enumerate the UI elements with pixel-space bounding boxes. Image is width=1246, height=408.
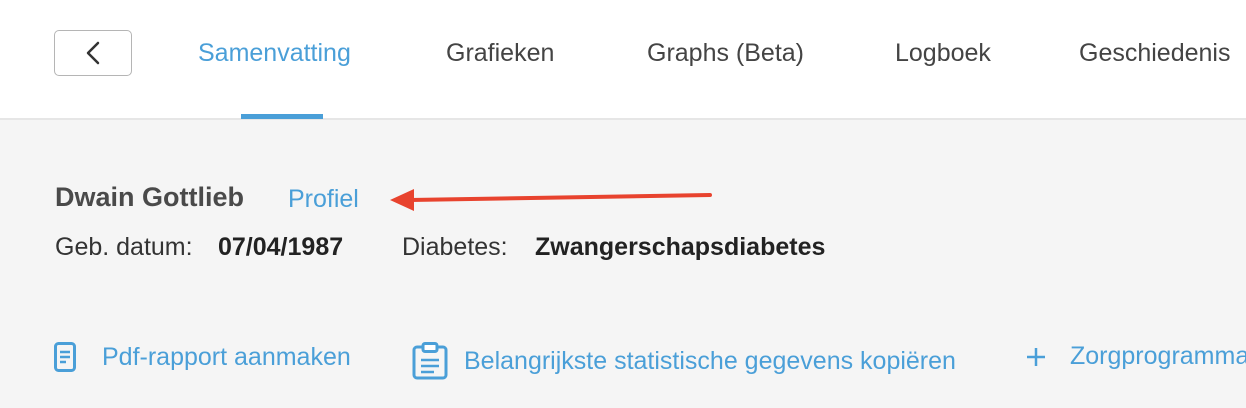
annotation-arrow-icon bbox=[390, 189, 712, 211]
diabetes-value-text: Zwangerschapsdiabetes bbox=[535, 233, 826, 261]
tab-geschiedenis[interactable]: Geschiedenis bbox=[1079, 38, 1230, 68]
birthdate-label-text: Geb. datum: bbox=[55, 233, 193, 261]
tab-samenvatting[interactable]: Samenvatting bbox=[198, 38, 351, 68]
zorgprogramma-button[interactable]: Zorgprogramma bbox=[1026, 342, 1246, 371]
diabetes-label: Diabetes: bbox=[402, 233, 508, 262]
tab-grafieken[interactable]: Grafieken bbox=[446, 38, 554, 68]
birthdate-value: 07/04/1987 bbox=[218, 233, 343, 262]
copy-statistics-label: Belangrijkste statistische gegevens kopi… bbox=[464, 346, 956, 375]
plus-icon bbox=[1027, 347, 1045, 366]
back-button[interactable] bbox=[54, 30, 132, 76]
pdf-report-button[interactable]: Pdf-rapport aanmaken bbox=[54, 342, 351, 372]
profile-link[interactable]: Profiel bbox=[288, 185, 359, 214]
zorgprogramma-label: Zorgprogramma bbox=[1070, 342, 1246, 370]
top-navigation-bar: Samenvatting Grafieken Graphs (Beta) Log… bbox=[0, 0, 1246, 120]
chevron-left-icon bbox=[86, 41, 100, 65]
tab-logboek[interactable]: Logboek bbox=[895, 38, 991, 68]
diabetes-value: Zwangerschapsdiabetes bbox=[535, 233, 825, 262]
document-icon bbox=[54, 342, 76, 372]
tab-graphs-beta[interactable]: Graphs (Beta) bbox=[647, 38, 804, 68]
birthdate-value-text: 07/04/1987 bbox=[218, 233, 344, 261]
diabetes-label-text: Diabetes: bbox=[402, 233, 508, 261]
birthdate-label: Geb. datum: bbox=[55, 233, 193, 262]
copy-statistics-button[interactable]: Belangrijkste statistische gegevens kopi… bbox=[412, 342, 956, 380]
active-tab-indicator bbox=[241, 114, 323, 119]
clipboard-icon bbox=[412, 342, 448, 380]
patient-name: Dwain Gottlieb bbox=[55, 182, 244, 212]
pdf-report-label: Pdf-rapport aanmaken bbox=[102, 342, 351, 371]
